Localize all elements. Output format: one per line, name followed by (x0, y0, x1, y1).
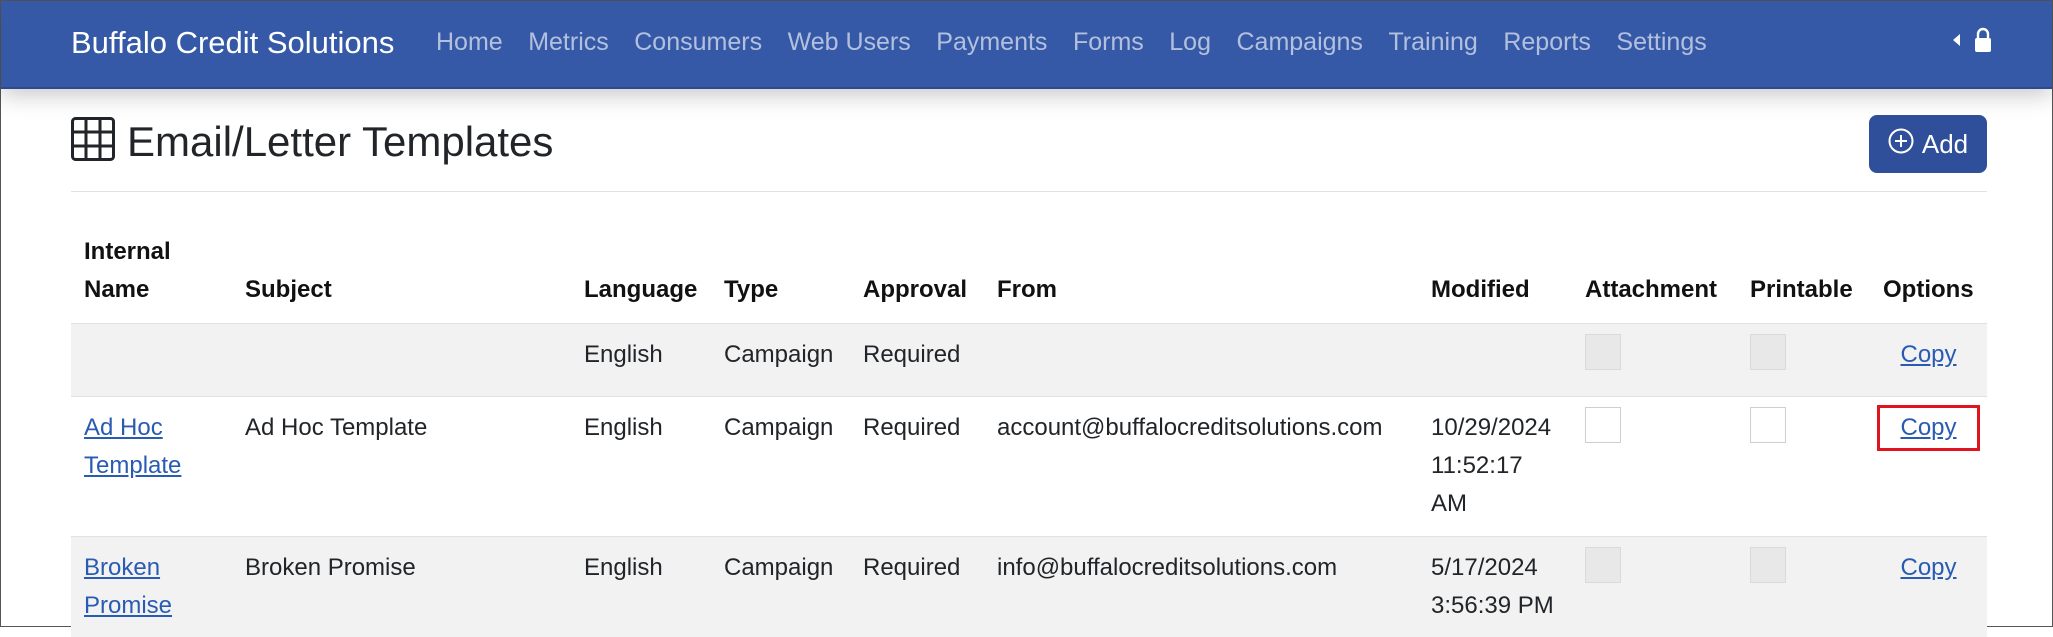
cell-from: info@buffalocreditsolutions.com (984, 536, 1418, 637)
table-row: Ad Hoc Template Ad Hoc Template English C… (71, 396, 1987, 537)
nav-training[interactable]: Training (1388, 28, 1477, 57)
templates-table: Internal Name Subject Language Type Appro… (71, 225, 1987, 637)
col-type[interactable]: Type (711, 225, 850, 324)
nav-web-users[interactable]: Web Users (788, 28, 911, 57)
cell-printable (1737, 536, 1870, 637)
nav-home[interactable]: Home (436, 28, 503, 57)
cell-options: Copy (1870, 396, 1987, 537)
attachment-checkbox[interactable] (1585, 334, 1621, 370)
table-row: English Campaign Required Copy (71, 323, 1987, 397)
cell-approval: Required (850, 323, 984, 397)
copy-link[interactable]: Copy (1900, 414, 1956, 441)
add-button-label: Add (1921, 128, 1969, 159)
template-name-link[interactable]: Ad Hoc Template (84, 414, 181, 479)
nav-settings[interactable]: Settings (1616, 28, 1706, 57)
printable-checkbox[interactable] (1750, 334, 1786, 370)
cell-from: account@buffalocreditsolutions.com (984, 396, 1418, 537)
attachment-checkbox[interactable] (1585, 547, 1621, 583)
cell-options: Copy (1870, 323, 1987, 397)
page-header: Email/Letter Templates Add (71, 115, 1987, 192)
lock-icon[interactable] (1974, 27, 1992, 53)
col-subject[interactable]: Subject (232, 225, 571, 324)
cell-type: Campaign (711, 536, 850, 637)
cell-modified (1418, 323, 1572, 397)
col-language[interactable]: Language (571, 225, 711, 324)
col-modified[interactable]: Modified (1418, 225, 1572, 324)
nav-consumers[interactable]: Consumers (634, 28, 762, 57)
printable-checkbox[interactable] (1750, 547, 1786, 583)
copy-highlight-box: Copy (1877, 405, 1980, 451)
printable-checkbox[interactable] (1750, 407, 1786, 443)
cell-printable (1737, 323, 1870, 397)
add-button[interactable]: Add (1869, 115, 1987, 173)
page-title: Email/Letter Templates (127, 117, 554, 165)
template-name-link[interactable]: Broken Promise (84, 554, 172, 619)
col-from[interactable]: From (984, 225, 1418, 324)
attachment-checkbox[interactable] (1585, 407, 1621, 443)
cell-modified: 5/17/2024 3:56:39 PM (1418, 536, 1572, 637)
plus-circle-icon (1888, 128, 1914, 161)
cell-language: English (571, 323, 711, 397)
cell-internal-name: Broken Promise (71, 536, 232, 637)
cell-language: English (571, 396, 711, 537)
copy-link[interactable]: Copy (1900, 554, 1956, 581)
copy-link[interactable]: Copy (1900, 341, 1956, 368)
nav-right (1953, 27, 1992, 53)
nav-metrics[interactable]: Metrics (528, 28, 609, 57)
cell-internal-name: Ad Hoc Template (71, 396, 232, 537)
top-navbar: Buffalo Credit Solutions Home Metrics Co… (1, 1, 2052, 89)
cell-subject: Ad Hoc Template (232, 396, 571, 537)
cell-options: Copy (1870, 536, 1987, 637)
col-internal-name[interactable]: Internal Name (71, 225, 232, 324)
cell-internal-name (71, 323, 232, 397)
cell-attachment (1572, 536, 1737, 637)
grid-icon (71, 117, 115, 166)
caret-left-icon[interactable] (1953, 34, 1960, 46)
cell-type: Campaign (711, 396, 850, 537)
nav-forms[interactable]: Forms (1073, 28, 1144, 57)
table-row: Broken Promise Broken Promise English Cam… (71, 536, 1987, 637)
cell-approval: Required (850, 396, 984, 537)
cell-subject (232, 323, 571, 397)
table-header-row: Internal Name Subject Language Type Appro… (71, 225, 1987, 324)
cell-subject: Broken Promise (232, 536, 571, 637)
cell-attachment (1572, 396, 1737, 537)
nav-log[interactable]: Log (1169, 28, 1211, 57)
cell-language: English (571, 536, 711, 637)
cell-approval: Required (850, 536, 984, 637)
col-approval[interactable]: Approval (850, 225, 984, 324)
col-attachment[interactable]: Attachment (1572, 225, 1737, 324)
nav-links: Home Metrics Consumers Web Users Payment… (436, 28, 1732, 57)
brand-name[interactable]: Buffalo Credit Solutions (71, 25, 394, 61)
cell-from (984, 323, 1418, 397)
nav-payments[interactable]: Payments (936, 28, 1047, 57)
nav-reports[interactable]: Reports (1503, 28, 1591, 57)
cell-printable (1737, 396, 1870, 537)
cell-type: Campaign (711, 323, 850, 397)
col-printable[interactable]: Printable (1737, 225, 1870, 324)
cell-attachment (1572, 323, 1737, 397)
nav-campaigns[interactable]: Campaigns (1236, 28, 1362, 57)
cell-modified: 10/29/2024 11:52:17 AM (1418, 396, 1572, 537)
col-options[interactable]: Options (1870, 225, 1987, 324)
